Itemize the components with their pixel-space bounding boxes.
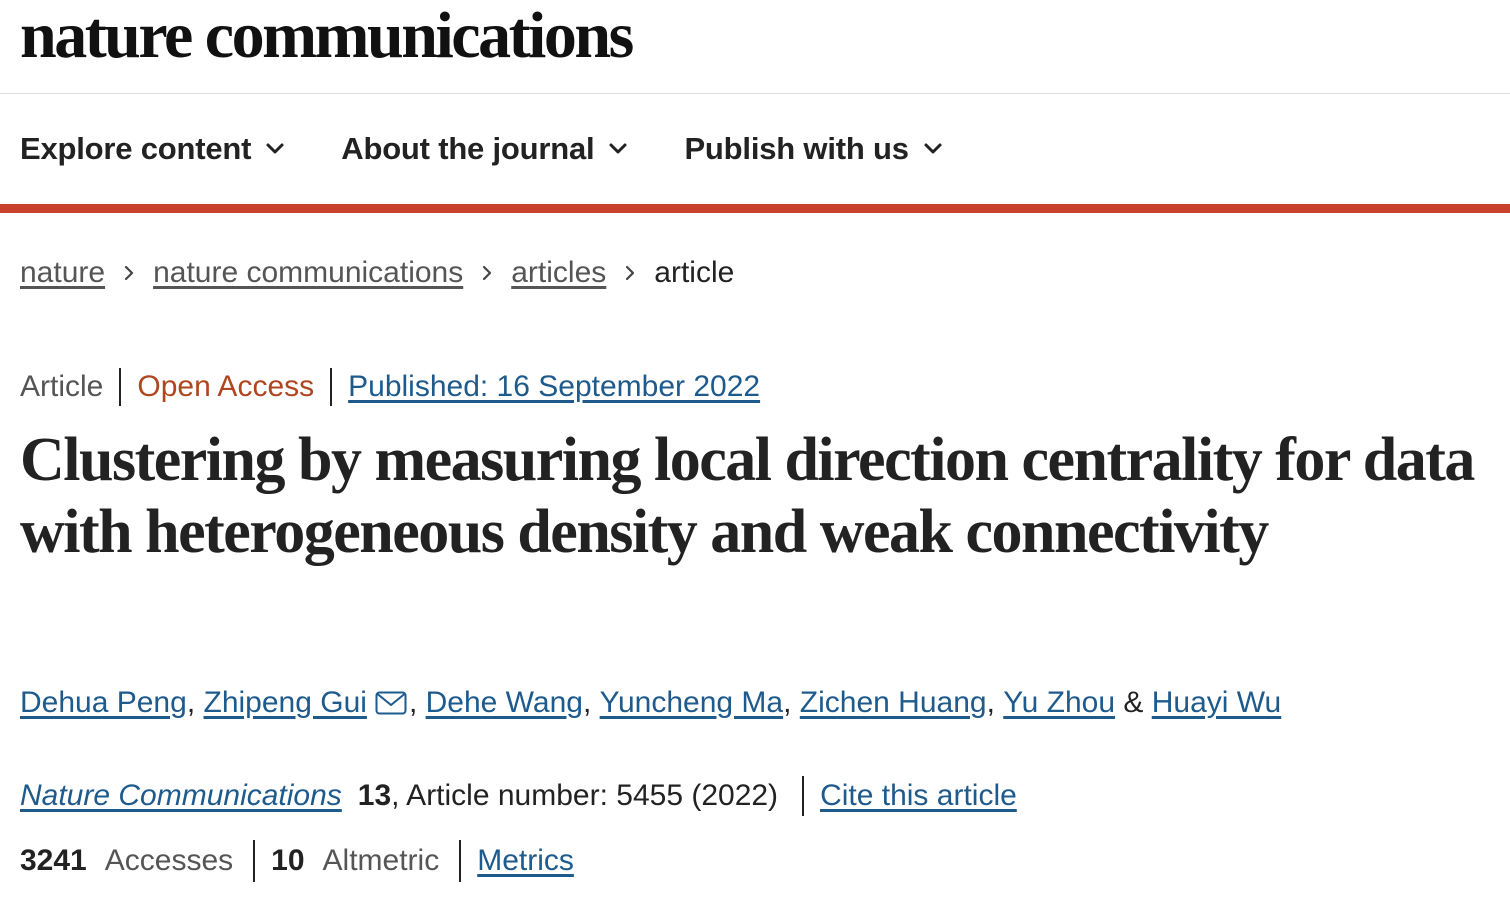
accesses-label: Accesses	[104, 844, 234, 877]
author-link[interactable]: Huayi Wu	[1152, 686, 1282, 720]
volume-number: 13	[357, 779, 392, 812]
open-access-label: Open Access	[137, 370, 315, 403]
chevron-right-icon	[123, 264, 135, 282]
cite-this-article-link[interactable]: Cite this article	[820, 779, 1017, 813]
breadcrumb-link-articles[interactable]: articles	[511, 256, 606, 290]
nav-item-label: About the journal	[341, 131, 595, 166]
divider	[253, 840, 256, 882]
journal-name-link[interactable]: Nature Communications	[20, 779, 342, 813]
chevron-right-icon	[624, 264, 636, 282]
mail-icon[interactable]	[375, 691, 407, 715]
author-link[interactable]: Dehe Wang	[426, 686, 583, 720]
article-title: Clustering by measuring local direction …	[20, 426, 1475, 566]
divider	[119, 368, 122, 406]
author-link[interactable]: Zhipeng Gui	[204, 686, 367, 720]
site-header: nature communications	[0, 0, 1510, 94]
divider	[330, 368, 333, 406]
main-nav: Explore content About the journal Publis…	[0, 94, 1510, 204]
article-meta: Article Open Access Published: 16 Septem…	[20, 368, 760, 406]
altmetric-label: Altmetric	[322, 844, 440, 877]
accesses-count: 3241	[20, 844, 87, 877]
chevron-down-icon	[924, 143, 942, 154]
divider	[802, 776, 805, 816]
citation-row: Nature Communications 13 , Article numbe…	[20, 776, 1017, 816]
metrics-link[interactable]: Metrics	[477, 844, 574, 878]
author-link[interactable]: Yuncheng Ma	[600, 686, 783, 720]
author-link[interactable]: Dehua Peng	[20, 686, 187, 720]
author-separator: ,	[783, 686, 792, 719]
article-type: Article	[20, 370, 104, 403]
author-separator: ,	[186, 686, 196, 719]
author-ampersand: &	[1123, 686, 1144, 719]
article-number: , Article number: 5455 (2022)	[391, 779, 779, 812]
breadcrumb-link-nature[interactable]: nature	[20, 256, 105, 290]
author-separator: ,	[582, 686, 592, 719]
accent-bar	[0, 204, 1510, 213]
nav-publish-with-us[interactable]: Publish with us	[684, 131, 942, 167]
chevron-down-icon	[609, 143, 627, 154]
nav-item-label: Explore content	[20, 131, 252, 166]
breadcrumb-current: article	[654, 256, 735, 289]
author-link[interactable]: Yu Zhou	[1003, 686, 1115, 720]
author-separator: ,	[408, 686, 418, 719]
published-date-link[interactable]: Published: 16 September 2022	[348, 370, 760, 404]
author-separator: ,	[986, 686, 995, 719]
nav-explore-content[interactable]: Explore content	[20, 131, 285, 167]
author-list: Dehua Peng, Zhipeng Gui , Dehe Wang, Yun…	[20, 686, 1281, 720]
chevron-right-icon	[481, 264, 493, 282]
journal-logo[interactable]: nature communications	[20, 0, 634, 76]
nav-about-the-journal[interactable]: About the journal	[341, 131, 628, 167]
nav-item-label: Publish with us	[684, 131, 909, 166]
author-link[interactable]: Zichen Huang	[800, 686, 987, 720]
chevron-down-icon	[266, 143, 284, 154]
metrics-row: 3241 Accesses 10 Altmetric Metrics	[20, 840, 574, 882]
breadcrumb-link-nature-communications[interactable]: nature communications	[153, 256, 463, 290]
altmetric-score: 10	[271, 844, 305, 877]
divider	[459, 840, 462, 882]
breadcrumb: nature nature communications articles ar…	[20, 256, 734, 290]
